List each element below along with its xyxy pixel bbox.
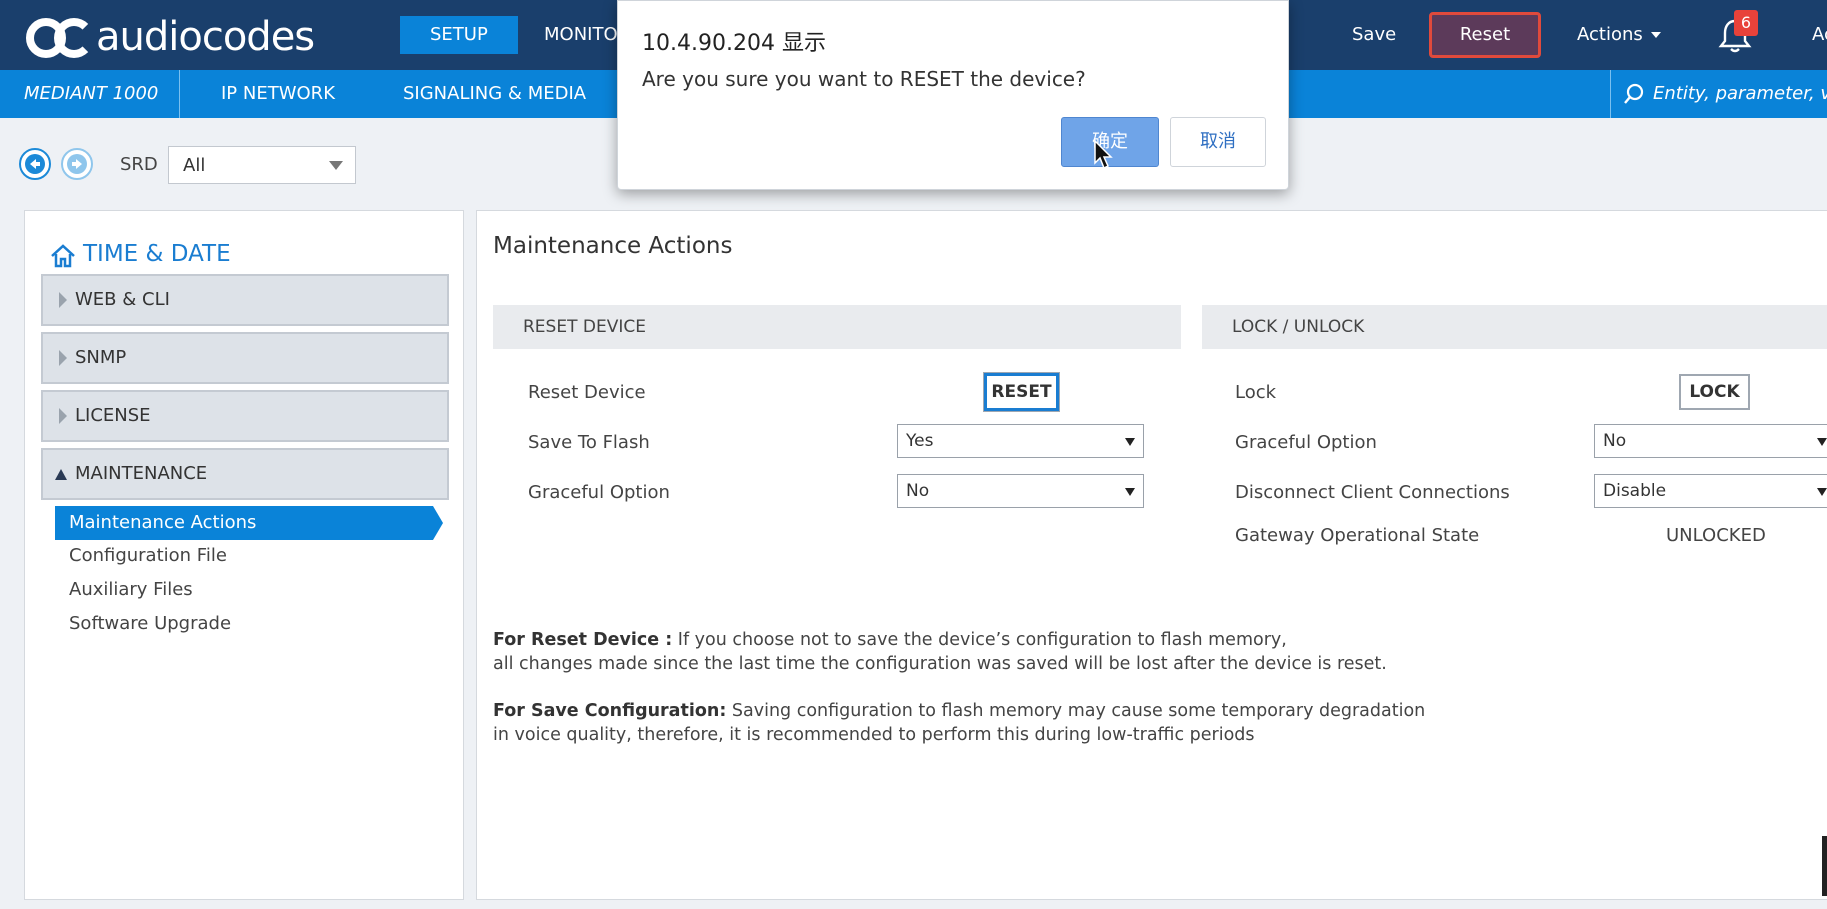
sidebar-item-label: Maintenance Actions bbox=[69, 512, 257, 533]
select-value: No bbox=[1603, 431, 1627, 451]
logo-mark-icon bbox=[26, 14, 94, 60]
chevron-right-icon bbox=[59, 350, 67, 366]
lock-graceful-option-label: Graceful Option bbox=[1235, 432, 1377, 453]
sidebar-item-software-upgrade[interactable]: Software Upgrade bbox=[69, 613, 231, 634]
chevron-down-icon bbox=[55, 469, 67, 480]
mouse-cursor-icon bbox=[1094, 140, 1113, 170]
chevron-down-icon bbox=[1125, 438, 1135, 446]
tab-signaling-media[interactable]: SIGNALING & MEDIA bbox=[403, 70, 586, 118]
arrow-left-icon bbox=[25, 154, 45, 174]
note-text: Saving configuration to flash memory may… bbox=[726, 701, 1426, 721]
save-configuration-note: For Save Configuration: Saving configura… bbox=[493, 699, 1425, 747]
save-button[interactable]: Save bbox=[1352, 12, 1396, 58]
lock-button[interactable]: LOCK bbox=[1679, 374, 1750, 410]
logo-text: audiocodes bbox=[96, 14, 315, 60]
save-to-flash-select[interactable]: Yes bbox=[897, 424, 1144, 458]
search-input[interactable]: Entity, parameter, value bbox=[1653, 70, 1827, 118]
sidebar: TIME & DATE WEB & CLI SNMP LICENSE MAINT… bbox=[24, 210, 464, 900]
sidebar-item-auxiliary-files[interactable]: Auxiliary Files bbox=[69, 579, 193, 600]
scrollbar-thumb[interactable] bbox=[1822, 836, 1827, 896]
reset-device-label: Reset Device bbox=[528, 382, 646, 403]
notification-count-badge[interactable]: 6 bbox=[1734, 10, 1758, 36]
srd-select[interactable]: All bbox=[168, 146, 356, 184]
section-label: MAINTENANCE bbox=[75, 463, 208, 484]
section-label: SNMP bbox=[75, 347, 127, 368]
actions-label: Actions bbox=[1577, 24, 1643, 45]
reset-device-button[interactable]: RESET bbox=[983, 372, 1060, 412]
actions-menu[interactable]: Actions bbox=[1577, 12, 1661, 58]
back-button[interactable] bbox=[19, 148, 51, 180]
reset-graceful-option-select[interactable]: No bbox=[897, 474, 1144, 508]
sidebar-section-snmp[interactable]: SNMP bbox=[41, 332, 449, 384]
home-icon bbox=[51, 244, 75, 268]
sidebar-section-license[interactable]: LICENSE bbox=[41, 390, 449, 442]
search-icon bbox=[1624, 83, 1644, 104]
gateway-operational-state-value: UNLOCKED bbox=[1666, 525, 1766, 546]
save-to-flash-label: Save To Flash bbox=[528, 432, 650, 453]
select-value: Yes bbox=[906, 431, 934, 451]
dialog-title: 10.4.90.204 显示 bbox=[642, 31, 826, 56]
disconnect-client-connections-select[interactable]: Disable bbox=[1594, 474, 1827, 508]
sidebar-section-maintenance[interactable]: MAINTENANCE bbox=[41, 448, 449, 500]
select-value: No bbox=[906, 481, 930, 501]
sidebar-title-label: TIME & DATE bbox=[83, 241, 231, 267]
dialog-cancel-button[interactable]: 取消 bbox=[1170, 117, 1266, 167]
forward-button[interactable] bbox=[61, 148, 93, 180]
sidebar-item-configuration-file[interactable]: Configuration File bbox=[69, 545, 227, 566]
srd-label: SRD bbox=[120, 154, 158, 175]
section-label: LICENSE bbox=[75, 405, 151, 426]
chevron-down-icon bbox=[1817, 488, 1827, 496]
reset-button[interactable]: Reset bbox=[1429, 12, 1541, 58]
audiocodes-logo[interactable]: audiocodes bbox=[26, 14, 336, 60]
note-heading: For Reset Device : bbox=[493, 630, 673, 650]
select-value: Disable bbox=[1603, 481, 1667, 501]
chevron-down-icon bbox=[1125, 488, 1135, 496]
main-panel: Maintenance Actions RESET DEVICE Reset D… bbox=[476, 210, 1827, 900]
sidebar-section-web-cli[interactable]: WEB & CLI bbox=[41, 274, 449, 326]
lock-graceful-option-select[interactable]: No bbox=[1594, 424, 1827, 458]
caret-down-icon bbox=[1650, 32, 1661, 38]
gateway-operational-state-label: Gateway Operational State bbox=[1235, 525, 1480, 546]
tab-ip-network[interactable]: IP NETWORK bbox=[221, 70, 335, 118]
note-text: in voice quality, therefore, it is recom… bbox=[493, 725, 1255, 745]
note-heading: For Save Configuration: bbox=[493, 701, 727, 721]
chevron-down-icon bbox=[329, 161, 343, 170]
note-text: all changes made since the last time the… bbox=[493, 654, 1387, 674]
chevron-right-icon bbox=[59, 408, 67, 424]
section-label: WEB & CLI bbox=[75, 289, 170, 310]
section-header-label: LOCK / UNLOCK bbox=[1232, 317, 1365, 337]
search-box[interactable]: Entity, parameter, value bbox=[1610, 70, 1827, 118]
arrow-right-icon bbox=[67, 154, 87, 174]
reset-graceful-option-label: Graceful Option bbox=[528, 482, 670, 503]
section-header-label: RESET DEVICE bbox=[523, 317, 646, 337]
device-name[interactable]: MEDIANT 1000 bbox=[0, 70, 180, 118]
chevron-down-icon bbox=[1817, 438, 1827, 446]
tab-setup[interactable]: SETUP bbox=[400, 16, 518, 54]
reset-device-note: For Reset Device : If you choose not to … bbox=[493, 628, 1387, 676]
sidebar-item-maintenance-actions[interactable]: Maintenance Actions bbox=[55, 506, 443, 540]
chevron-right-icon bbox=[59, 292, 67, 308]
disconnect-client-connections-label: Disconnect Client Connections bbox=[1235, 482, 1510, 503]
note-text: If you choose not to save the device’s c… bbox=[672, 630, 1287, 650]
reset-device-section-header: RESET DEVICE bbox=[493, 305, 1181, 349]
srd-select-value: All bbox=[183, 155, 206, 176]
page-title: Maintenance Actions bbox=[493, 233, 733, 259]
lock-label: Lock bbox=[1235, 382, 1277, 403]
lock-unlock-section-header: LOCK / UNLOCK bbox=[1202, 305, 1827, 349]
confirm-reset-dialog: 10.4.90.204 显示 Are you sure you want to … bbox=[617, 0, 1289, 190]
overflow-menu-item[interactable]: Ac bbox=[1812, 12, 1827, 58]
dialog-message: Are you sure you want to RESET the devic… bbox=[642, 67, 1086, 91]
